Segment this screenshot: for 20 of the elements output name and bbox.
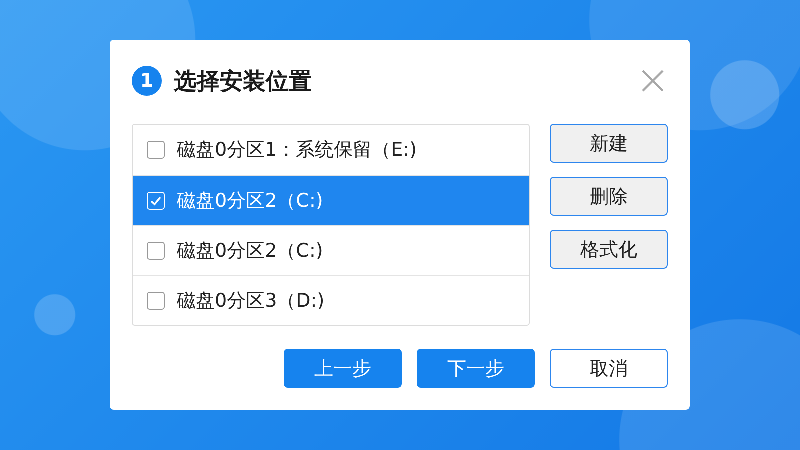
- action-button[interactable]: 新建: [550, 124, 668, 163]
- footer-button[interactable]: 取消: [550, 349, 668, 388]
- step-number-badge: 1: [132, 66, 162, 96]
- partition-row[interactable]: 磁盘0分区2（C:): [133, 175, 529, 225]
- partition-row[interactable]: 磁盘0分区2（C:): [133, 225, 529, 275]
- checkbox[interactable]: [147, 292, 165, 310]
- action-button[interactable]: 格式化: [550, 230, 668, 269]
- partition-row[interactable]: 磁盘0分区3（D:): [133, 275, 529, 325]
- partition-label: 磁盘0分区2（C:): [177, 238, 324, 264]
- footer-button[interactable]: 下一步: [417, 349, 535, 388]
- close-icon[interactable]: [642, 70, 664, 92]
- partition-label: 磁盘0分区2（C:): [177, 188, 324, 214]
- footer-button[interactable]: 上一步: [284, 349, 402, 388]
- dialog-title: 选择安装位置: [174, 68, 313, 96]
- partition-label: 磁盘0分区3（D:): [177, 288, 325, 314]
- checkbox[interactable]: [147, 141, 165, 159]
- partition-row[interactable]: 磁盘0分区1：系统保留（E:): [133, 125, 529, 175]
- action-button[interactable]: 删除: [550, 177, 668, 216]
- partition-label: 磁盘0分区1：系统保留（E:): [177, 138, 417, 163]
- checkbox[interactable]: [147, 242, 165, 260]
